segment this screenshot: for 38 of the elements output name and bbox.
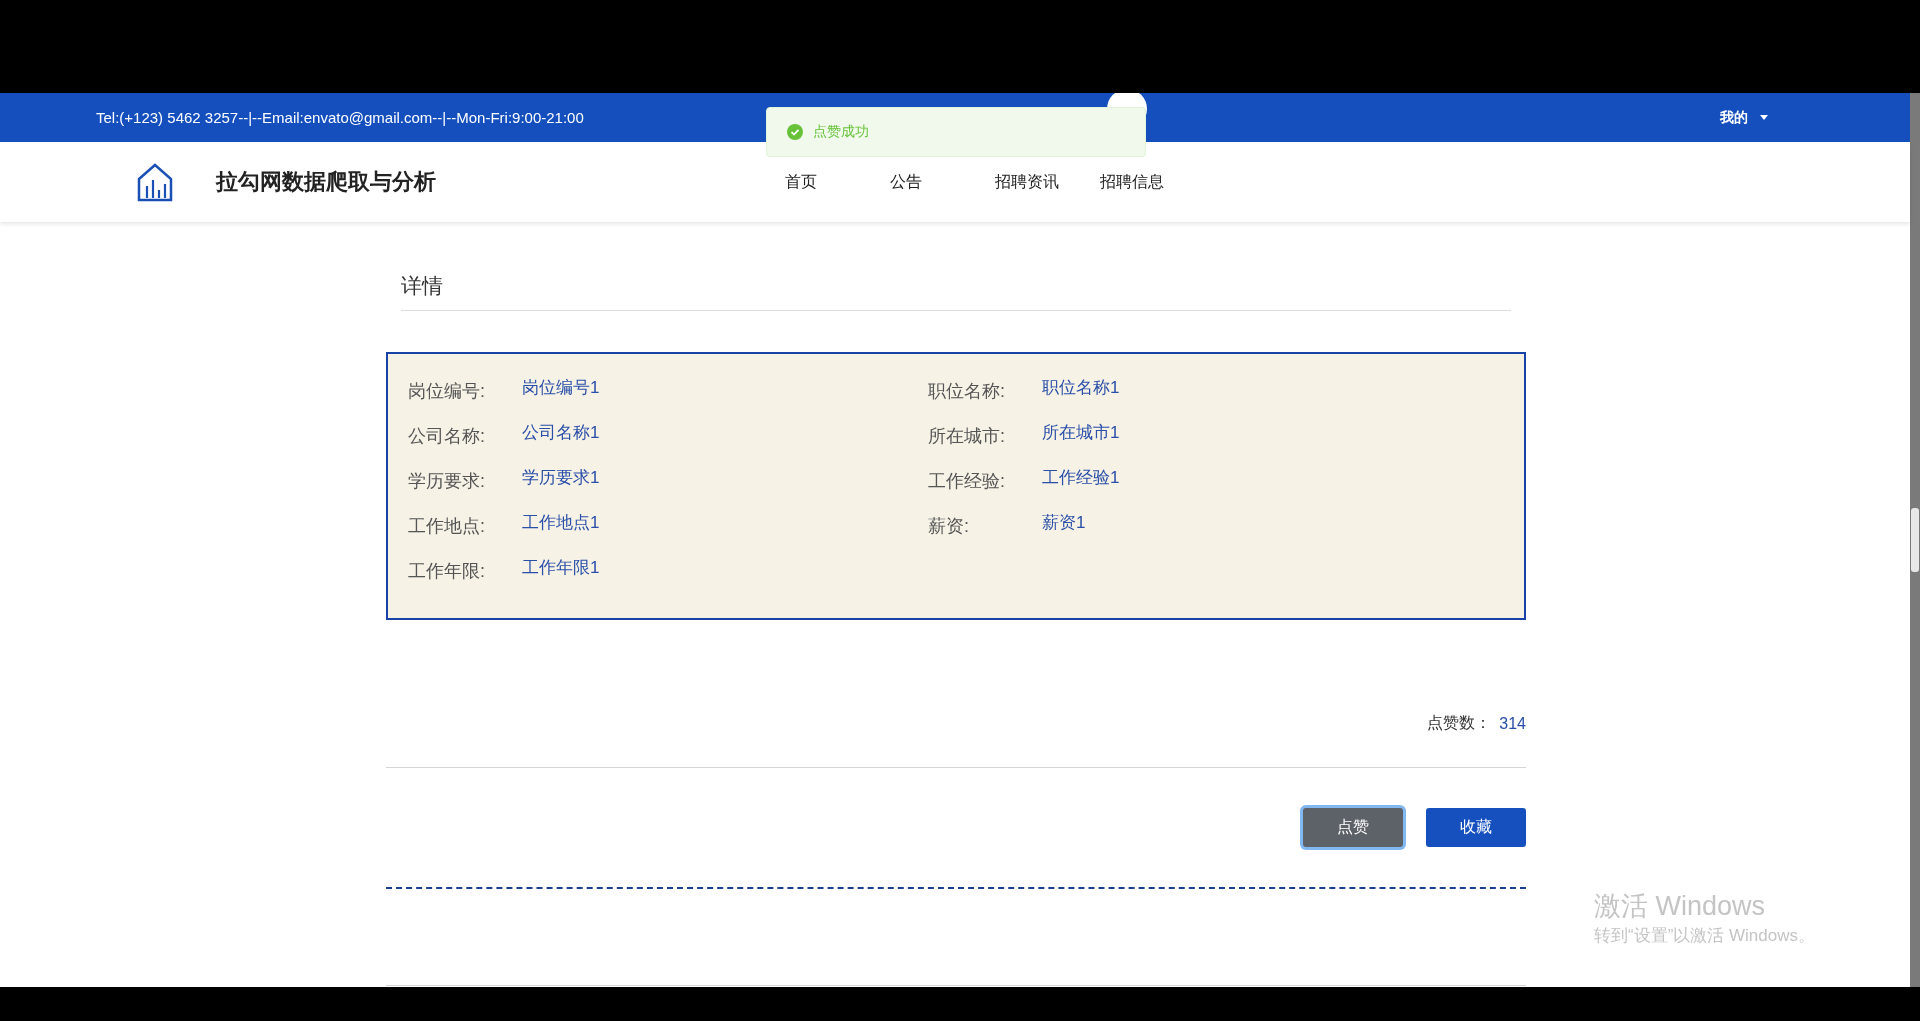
likes-label: 点赞数： [1427, 713, 1492, 733]
nav-link[interactable]: 招聘信息 [1100, 171, 1205, 193]
scrollbar-thumb[interactable] [1911, 508, 1919, 572]
field-label: 工作年限: [408, 559, 486, 583]
nav-link[interactable]: 公告 [890, 171, 995, 193]
caret-icon [1760, 115, 1768, 120]
field-label: 所在城市: [928, 424, 1006, 448]
toast-text: 点赞成功 [813, 123, 869, 141]
field-value: 工作年限1 [522, 557, 600, 579]
check-circle-icon [787, 124, 803, 140]
field-value: 学历要求1 [522, 467, 600, 489]
field-value: 岗位编号1 [522, 377, 600, 399]
nav-link[interactable]: 首页 [785, 171, 890, 193]
field-value: 职位名称1 [1042, 377, 1120, 399]
site-title: 拉勾网数据爬取与分析 [216, 168, 436, 196]
action-button[interactable]: 收藏 [1426, 808, 1526, 847]
field-label: 学历要求: [408, 469, 486, 493]
house-chart-icon [136, 162, 174, 202]
scrollbar[interactable] [1910, 93, 1920, 987]
field-value: 所在城市1 [1042, 422, 1120, 444]
nav-link[interactable]: 招聘资讯 [995, 171, 1100, 193]
user-menu[interactable]: 我的 [1720, 108, 1768, 127]
field-label: 公司名称: [408, 424, 486, 448]
field-label: 薪资: [928, 514, 970, 538]
field-label: 工作地点: [408, 514, 486, 538]
section-title: 详情 [401, 272, 1511, 311]
field-label: 岗位编号: [408, 379, 486, 403]
likes-count: 314 [1499, 714, 1526, 733]
field-value: 工作地点1 [522, 512, 600, 534]
field-label: 职位名称: [928, 379, 1006, 403]
activation-title: 激活 Windows [1594, 890, 1767, 923]
field-value: 薪资1 [1042, 512, 1086, 534]
field-label: 工作经验: [928, 469, 1006, 493]
activation-subtitle: 转到“设置”以激活 Windows。 [1594, 925, 1815, 947]
field-value: 公司名称1 [522, 422, 600, 444]
field-value: 工作经验1 [1042, 467, 1120, 489]
contact-info: Tel:(+123) 5462 3257--|--Email:envato@gmail.com--|--Mon-Fri:9:00-21:00 [96, 109, 584, 126]
action-button[interactable]: 点赞 [1303, 808, 1403, 847]
